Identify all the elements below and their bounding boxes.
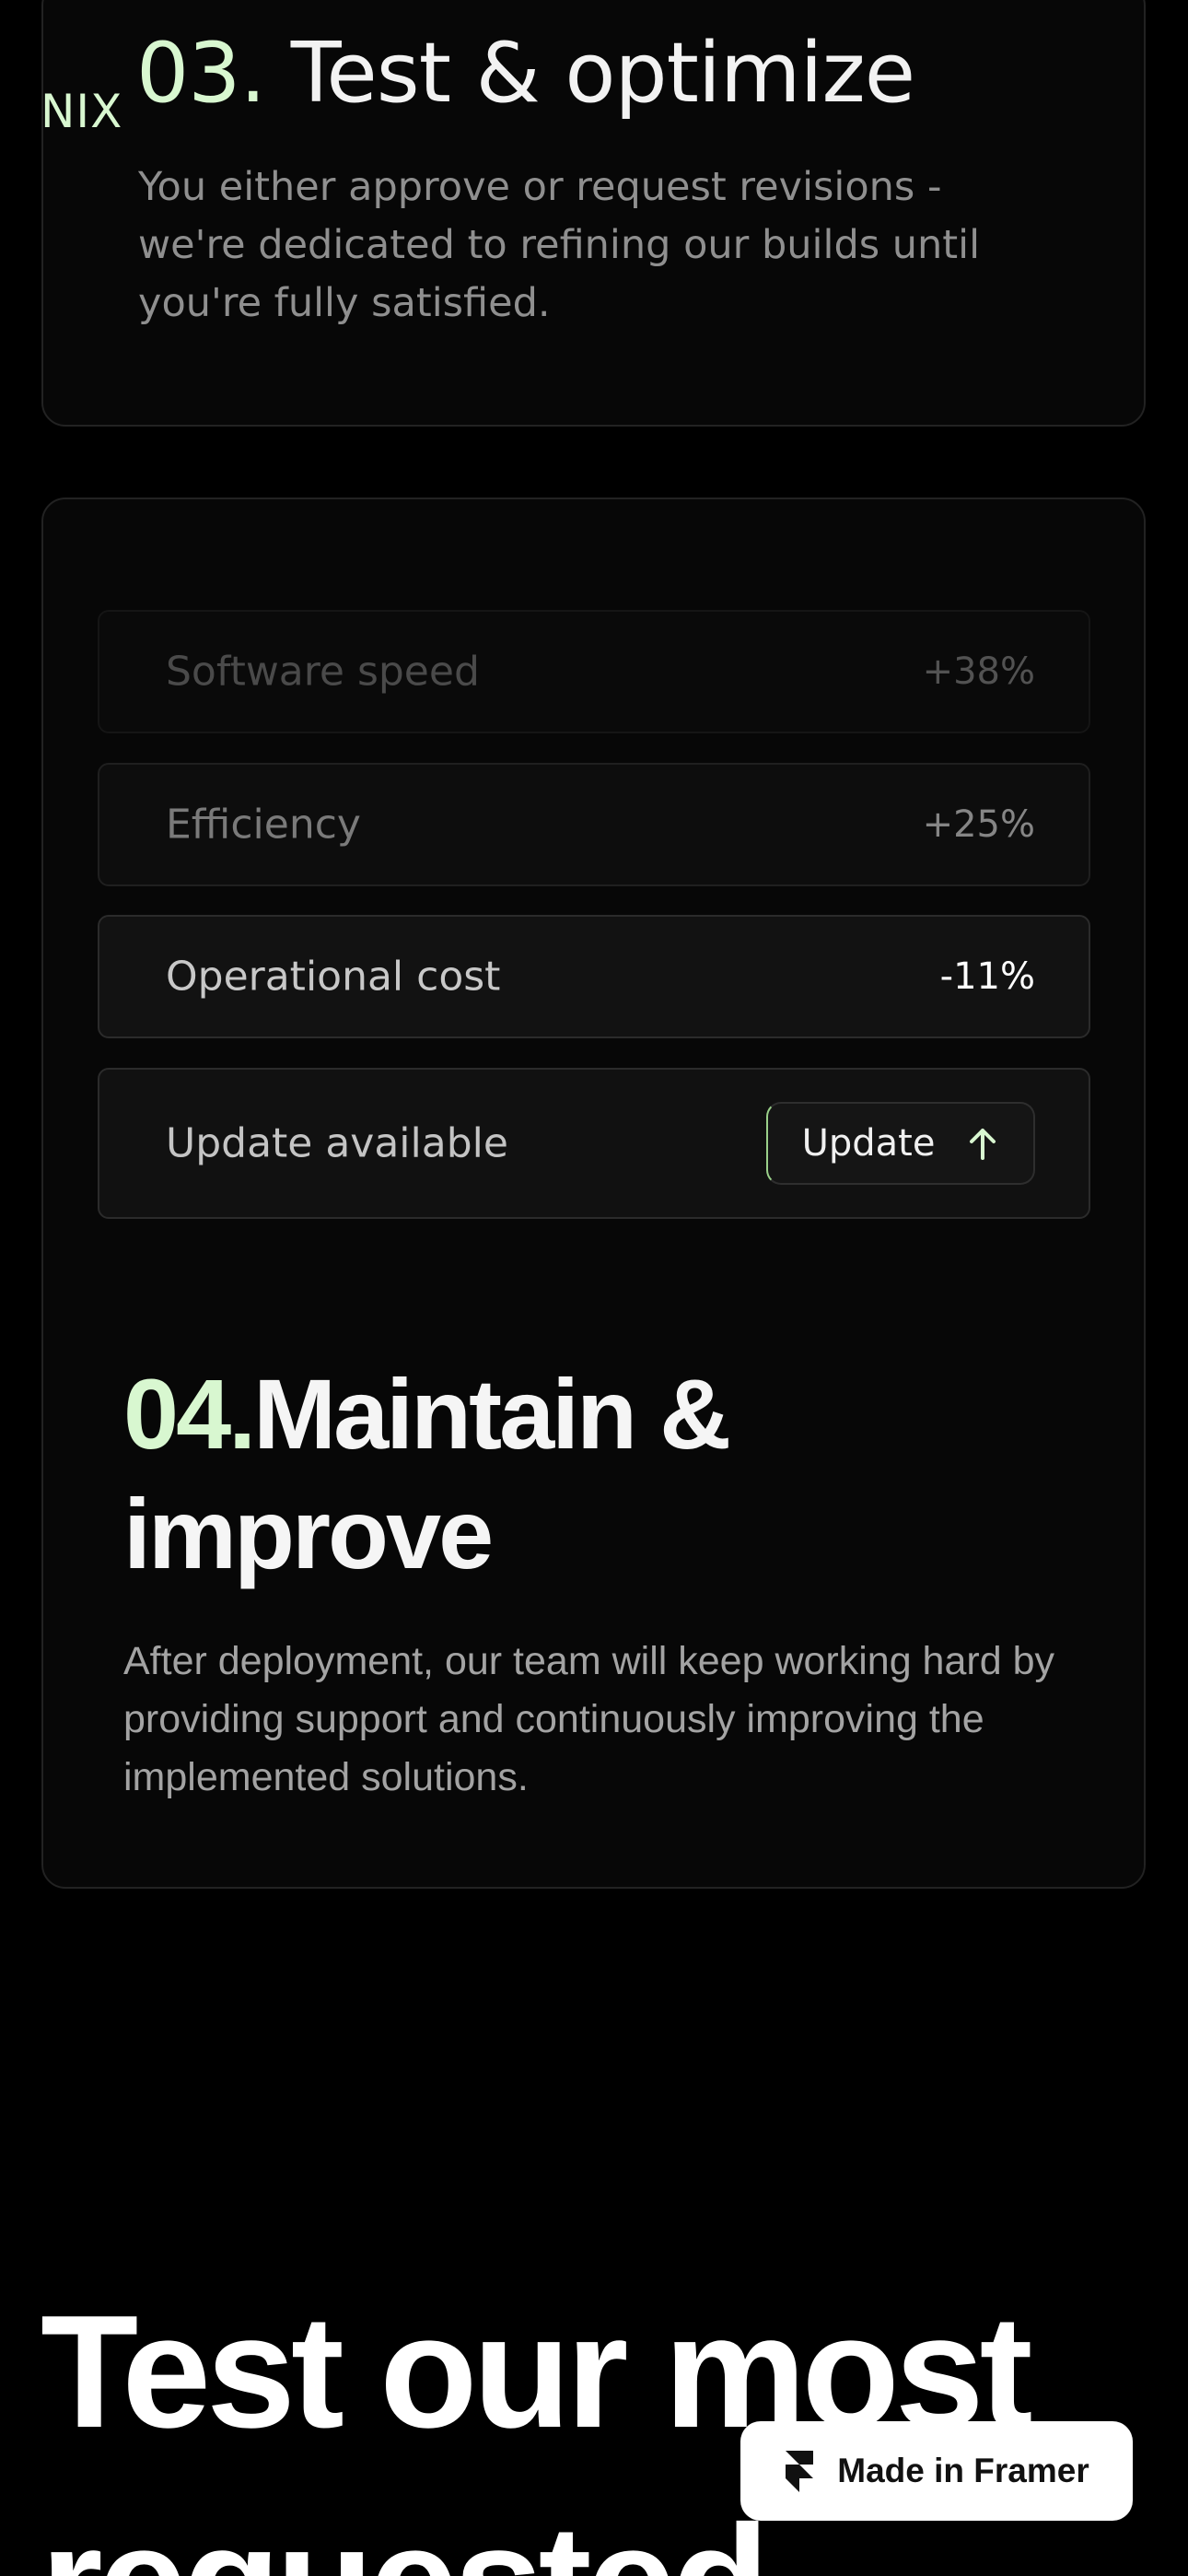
step-04-description: After deployment, our team will keep wor… bbox=[123, 1639, 1054, 1799]
metric-label: Software speed bbox=[166, 648, 480, 696]
step-04-title: 04.Maintain & improve bbox=[123, 1354, 1044, 1594]
update-button[interactable]: Update bbox=[766, 1102, 1035, 1185]
made-in-framer-label: Made in Framer bbox=[837, 2452, 1089, 2489]
framer-logo-icon bbox=[786, 2451, 814, 2492]
metric-value: -11% bbox=[939, 955, 1035, 998]
metric-row-software-speed: Software speed +38% bbox=[98, 610, 1090, 733]
update-available-row: Update available Update bbox=[98, 1068, 1090, 1219]
nix-logo[interactable]: NIX bbox=[41, 85, 122, 138]
metric-row-efficiency: Efficiency +25% bbox=[98, 763, 1090, 886]
metric-label: Operational cost bbox=[166, 953, 501, 1001]
metric-row-operational-cost: Operational cost -11% bbox=[98, 915, 1090, 1038]
metric-value: +38% bbox=[922, 650, 1035, 693]
step-03-number: 03. bbox=[136, 25, 266, 122]
made-in-framer-badge[interactable]: Made in Framer bbox=[740, 2421, 1133, 2521]
step-03-heading: Test & optimize bbox=[290, 25, 915, 122]
step-04-number: 04. bbox=[123, 1358, 256, 1469]
metric-value: +25% bbox=[922, 803, 1035, 846]
metric-label: Efficiency bbox=[166, 801, 361, 849]
step-03-title: 03. Test & optimize bbox=[136, 25, 915, 122]
update-available-label: Update available bbox=[166, 1119, 508, 1167]
page: 03. Test & optimize You either approve o… bbox=[0, 0, 1188, 2576]
step-03-description: You either approve or request revisions … bbox=[138, 164, 981, 326]
arrow-up-icon bbox=[970, 1129, 996, 1160]
update-button-label: Update bbox=[801, 1122, 936, 1165]
